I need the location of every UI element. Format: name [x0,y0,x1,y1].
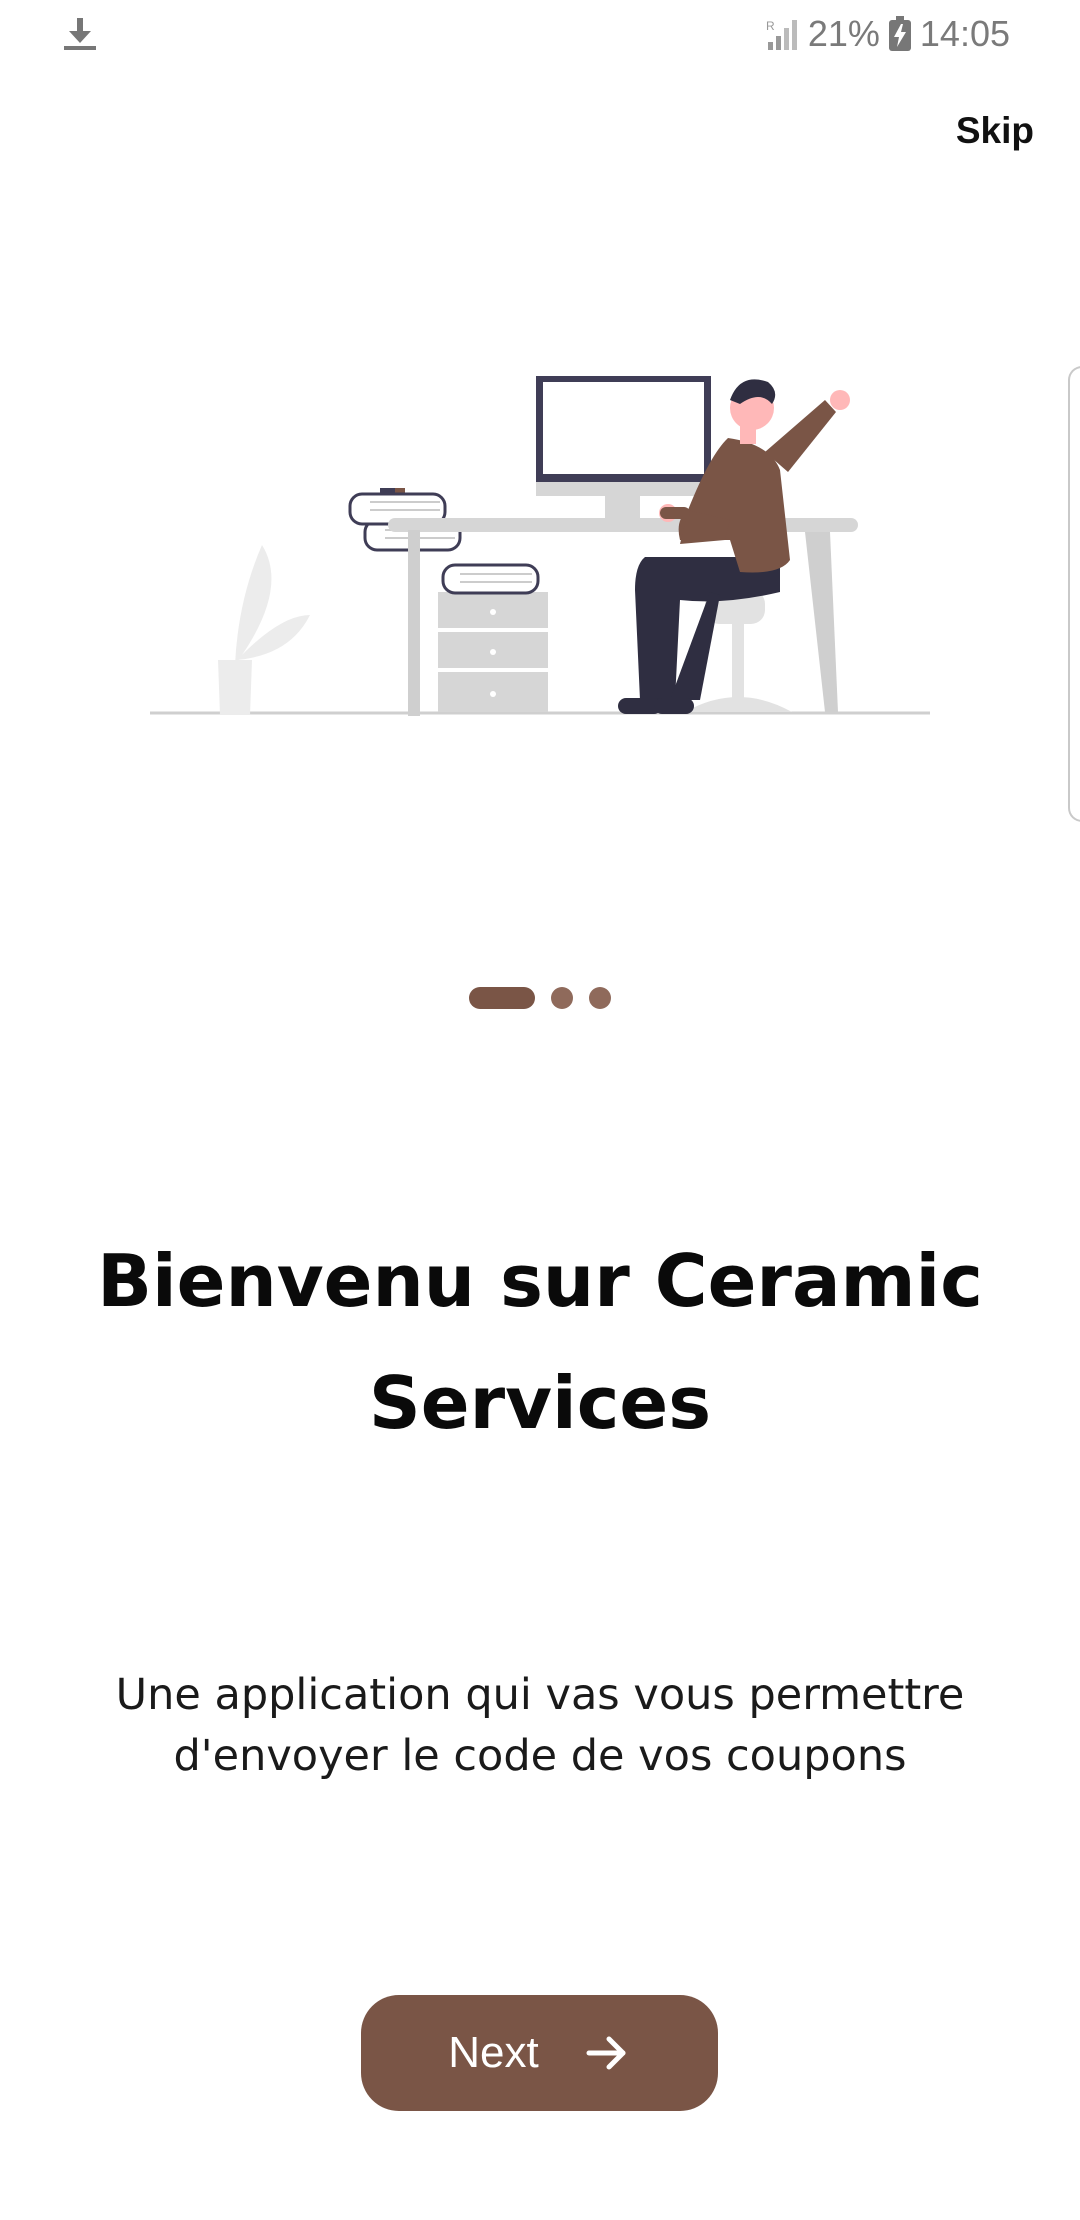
page-dot[interactable] [551,987,573,1009]
page-subtitle: Une application qui vas vous permettre d… [115,1670,965,1781]
monitor-icon [536,376,711,518]
skip-button[interactable]: Skip [956,110,1034,152]
status-bar: R 21% 14:05 [0,0,1080,68]
next-button-label: Next [448,2028,539,2077]
svg-text:R: R [766,19,775,33]
page-dot-active[interactable] [469,987,535,1009]
status-right: R 21% 14:05 [764,10,1010,58]
clock: 14:05 [919,13,1010,54]
page-title: Bienvenu sur Ceramic Services [97,1239,983,1445]
page-dot[interactable] [589,987,611,1009]
next-button[interactable]: Next [361,1995,718,2111]
battery-percent: 21% [807,13,880,54]
signal-icon: R [766,19,797,50]
page-indicator [0,987,1080,1009]
download-icon [64,18,96,50]
person-at-desk-illustration [150,376,930,716]
battery-charging-icon [888,16,911,51]
onboarding-screen: R 21% 14:05 Skip Bienvenu sur Ceramic Se… [0,0,1080,2220]
edge-panel-handle[interactable] [1068,366,1080,822]
arrow-right-icon [586,2036,626,2070]
plant-icon [218,545,310,715]
